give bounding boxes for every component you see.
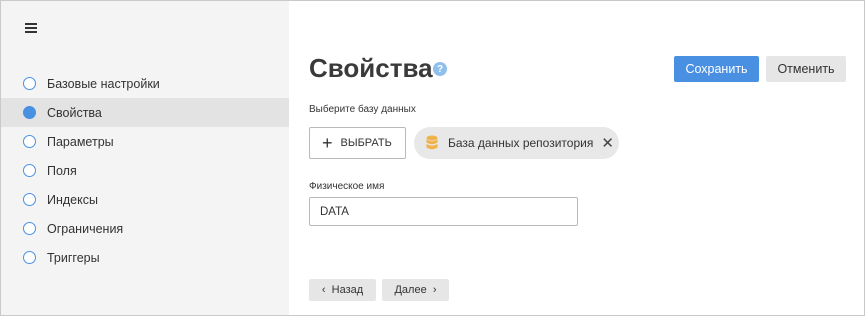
sidebar-item-label: Ограничения bbox=[47, 221, 124, 236]
select-db-button[interactable]: + ВЫБРАТЬ bbox=[309, 127, 406, 159]
sidebar-item-properties[interactable]: Свойства bbox=[1, 98, 289, 127]
sidebar-item-label: Триггеры bbox=[47, 250, 100, 265]
properties-window: Базовые настройки Свойства Параметры Пол… bbox=[0, 0, 865, 316]
sidebar-item-indexes[interactable]: Индексы bbox=[1, 185, 289, 214]
database-icon bbox=[426, 135, 438, 150]
select-db-label: Выберите базу данных bbox=[309, 104, 416, 115]
physical-name-input[interactable] bbox=[309, 197, 578, 226]
sidebar-item-constraints[interactable]: Ограничения bbox=[1, 214, 289, 243]
sidebar-item-parameters[interactable]: Параметры bbox=[1, 127, 289, 156]
radio-icon bbox=[23, 193, 36, 206]
cancel-button[interactable]: Отменить bbox=[766, 56, 846, 82]
plus-icon: + bbox=[322, 133, 333, 153]
sidebar-item-label: Свойства bbox=[47, 105, 102, 120]
save-button[interactable]: Сохранить bbox=[674, 56, 759, 82]
main-panel: Свойства ? Сохранить Отменить Выберите б… bbox=[289, 1, 864, 315]
chevron-left-icon: ‹ bbox=[321, 284, 326, 296]
next-label: Далее bbox=[394, 284, 427, 296]
help-icon[interactable]: ? bbox=[433, 62, 447, 76]
sidebar-item-label: Поля bbox=[47, 163, 77, 178]
selected-db-chip: База данных репозитория ✕ bbox=[414, 127, 619, 159]
sidebar-item-triggers[interactable]: Триггеры bbox=[1, 243, 289, 272]
back-label: Назад bbox=[331, 284, 364, 296]
select-button-label: ВЫБРАТЬ bbox=[340, 137, 392, 149]
radio-selected-icon bbox=[23, 106, 36, 119]
sidebar-item-label: Индексы bbox=[47, 192, 98, 207]
back-button[interactable]: ‹ Назад bbox=[309, 279, 376, 301]
radio-icon bbox=[23, 164, 36, 177]
radio-icon bbox=[23, 251, 36, 264]
sidebar-item-label: Параметры bbox=[47, 134, 114, 149]
hamburger-menu-icon[interactable] bbox=[25, 23, 37, 33]
radio-icon bbox=[23, 135, 36, 148]
sidebar-item-basic-settings[interactable]: Базовые настройки bbox=[1, 69, 289, 98]
radio-icon bbox=[23, 77, 36, 90]
chip-label: База данных репозитория bbox=[448, 136, 594, 150]
radio-icon bbox=[23, 222, 36, 235]
chevron-right-icon: › bbox=[432, 284, 437, 296]
page-title: Свойства bbox=[309, 53, 433, 83]
sidebar: Базовые настройки Свойства Параметры Пол… bbox=[1, 1, 289, 315]
next-button[interactable]: Далее › bbox=[382, 279, 449, 301]
physical-name-label: Физическое имя bbox=[309, 181, 385, 192]
sidebar-item-label: Базовые настройки bbox=[47, 76, 160, 91]
sidebar-nav: Базовые настройки Свойства Параметры Пол… bbox=[1, 69, 289, 272]
close-icon[interactable]: ✕ bbox=[601, 134, 614, 152]
sidebar-item-fields[interactable]: Поля bbox=[1, 156, 289, 185]
